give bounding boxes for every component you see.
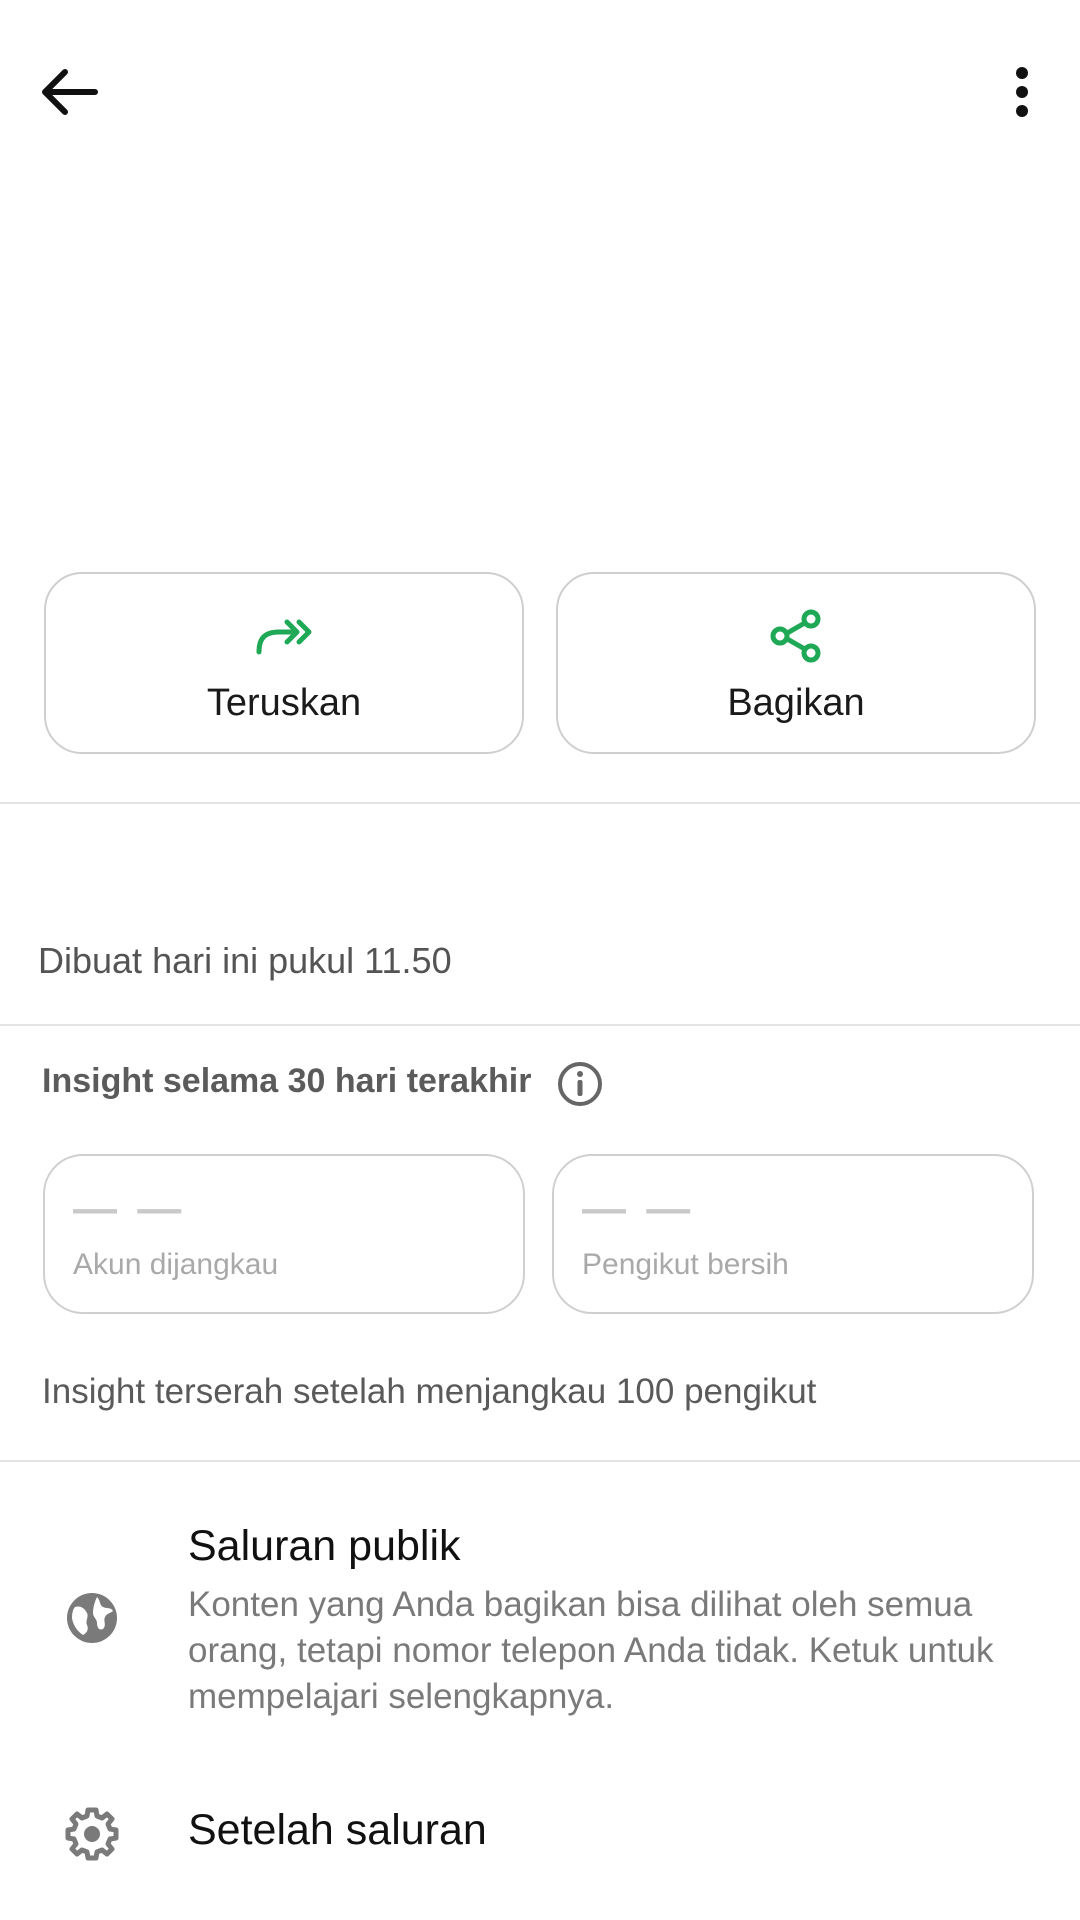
arrow-left-icon <box>42 69 98 115</box>
share-button[interactable]: Bagikan <box>556 572 1036 754</box>
divider <box>0 1024 1080 1026</box>
channel-settings-title: Setelah saluran <box>188 1806 487 1854</box>
back-button[interactable] <box>24 48 112 136</box>
insights-title: Insight selama 30 hari terakhir <box>42 1062 532 1100</box>
stat-value: — — <box>73 1184 186 1233</box>
forward-icon <box>252 604 316 668</box>
public-channel-description: Konten yang Anda bagikan bisa dilihat ol… <box>188 1585 994 1716</box>
public-channel-row[interactable]: Saluran publik Konten yang Anda bagikan … <box>0 1500 1080 1750</box>
share-icon <box>764 604 828 668</box>
channel-info-screen: Teruskan Bagikan Dibuat hari ini pukul 1… <box>0 0 1080 1920</box>
stat-caption: Pengikut bersih <box>582 1248 789 1281</box>
created-timestamp: Dibuat hari ini pukul 11.50 <box>38 940 452 981</box>
divider <box>0 1460 1080 1462</box>
more-vertical-icon <box>1016 67 1028 117</box>
more-options-button[interactable] <box>978 48 1066 136</box>
insights-note: Insight terserah setelah menjangkau 100 … <box>42 1372 817 1411</box>
stat-card-reached-accounts: — — Akun dijangkau <box>43 1154 525 1314</box>
info-icon[interactable] <box>556 1060 604 1108</box>
stat-card-net-followers: — — Pengikut bersih <box>552 1154 1034 1314</box>
gear-icon <box>62 1804 122 1864</box>
globe-icon <box>62 1588 122 1648</box>
channel-settings-row[interactable]: Setelah saluran <box>0 1780 1080 1890</box>
public-channel-title: Saluran publik <box>188 1522 461 1570</box>
share-label: Bagikan <box>727 682 865 724</box>
top-bar <box>0 0 1080 180</box>
divider <box>0 802 1080 804</box>
stat-caption: Akun dijangkau <box>73 1248 279 1281</box>
forward-label: Teruskan <box>206 682 362 724</box>
stat-value: — — <box>582 1184 695 1233</box>
forward-button[interactable]: Teruskan <box>44 572 524 754</box>
